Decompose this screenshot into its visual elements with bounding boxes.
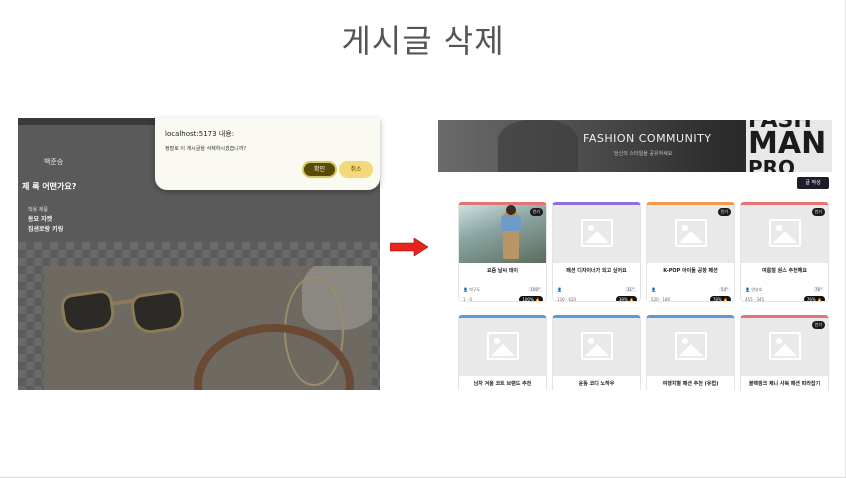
post-card[interactable]: 인기여름철 원스 추천해요 👤 연성호 76° 455 · 345 76% 🔥 — [740, 202, 829, 302]
card-author: 👤 박구도 — [463, 287, 481, 292]
post-card[interactable]: 패션 디자이너가 되고 싶어요 👤 31° 130 · 620 39% 🔥 — [552, 202, 641, 302]
card-title: 블랙핑크 제니 사복 패션 따라잡기 — [748, 381, 821, 387]
card-thumbnail — [553, 318, 640, 376]
image-placeholder-icon — [487, 332, 519, 360]
banner-big-text-3: PRO — [748, 156, 796, 172]
write-post-button[interactable]: 글 작성 — [797, 177, 829, 189]
banner-title: FASHION COMMUNITY — [583, 132, 712, 145]
card-percent-badge: 39% 🔥 — [615, 296, 637, 301]
card-title: K-POP 아이돌 공항 패션 — [663, 268, 718, 274]
ok-button[interactable]: 확인 — [302, 161, 337, 178]
photo-head — [506, 205, 516, 215]
image-placeholder-icon — [675, 219, 707, 247]
dialog-message: 정말로 이 게시글을 삭제하시겠습니까? — [165, 146, 247, 152]
card-title: 여행지별 패션 추천 (유럽) — [662, 381, 719, 387]
slide-title: 게시글 삭제 — [341, 22, 505, 60]
community-banner: FASHION COMMUNITY 당신의 스타일을 공유하세요 FASH MA… — [438, 120, 832, 172]
card-stats: 1 · 0 — [463, 297, 472, 302]
photo-shirt — [501, 215, 521, 231]
post-card[interactable]: 운동 코디 노하우 — [552, 315, 641, 390]
card-percent-badge: 100% 🔥 — [519, 296, 543, 301]
cancel-button[interactable]: 취소 — [339, 161, 373, 178]
item-1: 동묘 자켓 — [28, 216, 53, 223]
card-thumbnail — [553, 205, 640, 263]
card-title: 남자 겨울 코트 브랜드 추천 — [473, 381, 532, 387]
banner-big-text: FASH MAN PRO — [746, 120, 832, 172]
post-card[interactable]: 인기 K-POP 아이돌 공항 패션 👤 54° 520 · 180 78% 🔥 — [646, 202, 735, 302]
card-stats: 520 · 180 — [651, 297, 671, 302]
post-author: 백준승 — [44, 158, 64, 166]
post-card[interactable]: 여행지별 패션 추천 (유럽) — [646, 315, 735, 390]
lens-left — [59, 288, 117, 336]
card-temperature: 31° — [624, 287, 636, 292]
lens-right — [129, 288, 187, 336]
post-photo — [44, 266, 372, 390]
post-title: 제 룩 어떤가요? — [22, 182, 77, 191]
card-percent-badge: 76% 🔥 — [803, 296, 825, 301]
image-placeholder-icon — [769, 332, 801, 360]
dialog-title: localhost:5173 내용: — [165, 130, 235, 138]
hot-badge: 인기 — [811, 321, 825, 329]
image-placeholder-icon — [581, 332, 613, 360]
card-author: 👤 — [557, 287, 562, 292]
hot-badge: 인기 — [717, 208, 731, 216]
card-thumbnail — [647, 318, 734, 376]
card-temperature: 76° — [812, 287, 824, 292]
image-placeholder-icon — [675, 332, 707, 360]
banner-figure — [498, 120, 578, 172]
hot-badge: 인기 — [529, 208, 543, 216]
image-placeholder-icon — [769, 219, 801, 247]
slide: 게시글 삭제 백준승 제 룩 어떤가요? 착용 제품 동묘 자켓 집샌로랑 키링… — [0, 0, 846, 478]
items-header: 착용 제품 — [28, 207, 48, 213]
banner-subtitle: 당신의 스타일을 공유하세요 — [614, 151, 673, 157]
card-title: 요즘 날씨 데이 — [486, 268, 519, 274]
card-title: 운동 코디 노하우 — [578, 381, 615, 387]
card-temperature: 100° — [528, 287, 542, 292]
post-card[interactable]: 남자 겨울 코트 브랜드 추천 — [458, 315, 547, 390]
card-thumbnail — [459, 318, 546, 376]
card-stats: 455 · 345 — [745, 297, 765, 302]
item-2: 집샌로랑 키링 — [28, 226, 64, 233]
card-stats: 130 · 620 — [557, 297, 577, 302]
post-card[interactable]: 인기요즘 날씨 데이 👤 박구도 100° 1 · 0 100% 🔥 — [458, 202, 547, 302]
confirm-dialog: localhost:5173 내용: 정말로 이 게시글을 삭제하시겠습니까? … — [155, 118, 380, 190]
post-card[interactable]: 인기블랙핑크 제니 사복 패션 따라잡기 — [740, 315, 829, 390]
card-temperature: 54° — [718, 287, 730, 292]
card-title: 여름철 원스 추천해요 — [762, 268, 807, 274]
image-placeholder-icon — [581, 219, 613, 247]
hot-badge: 인기 — [811, 208, 825, 216]
arrow-right-icon — [390, 238, 428, 256]
after-screenshot: FASHION COMMUNITY 당신의 스타일을 공유하세요 FASH MA… — [438, 118, 832, 390]
card-title: 패션 디자이너가 되고 싶어요 — [566, 268, 627, 274]
card-percent-badge: 78% 🔥 — [709, 296, 731, 301]
card-author: 👤 연성호 — [745, 287, 763, 292]
card-author: 👤 — [651, 287, 656, 292]
sunglasses — [54, 284, 194, 344]
